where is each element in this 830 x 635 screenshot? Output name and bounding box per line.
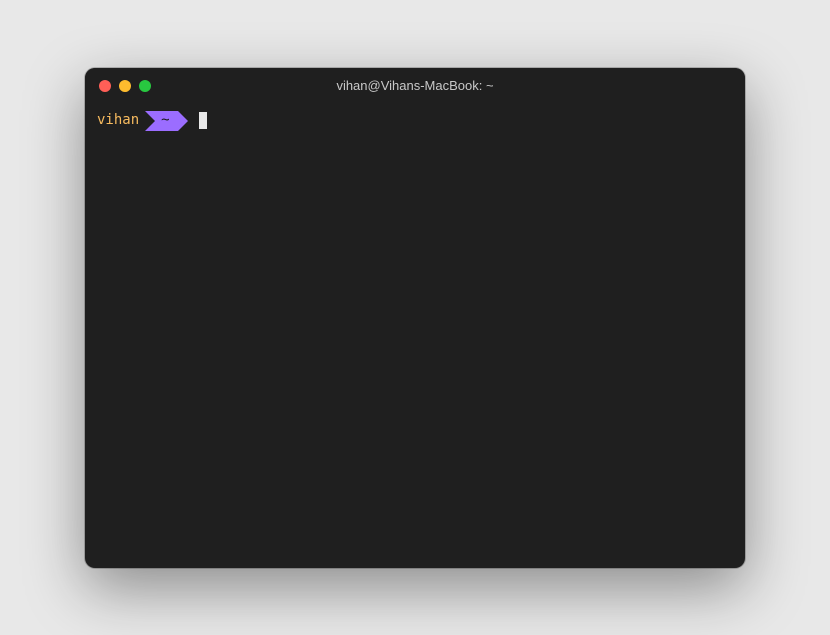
minimize-button[interactable] (119, 80, 131, 92)
close-button[interactable] (99, 80, 111, 92)
cursor-icon (199, 112, 207, 129)
terminal-body[interactable]: vihan ~ (85, 104, 745, 568)
prompt-user-segment: vihan (95, 111, 145, 131)
prompt-directory: ~ (161, 109, 169, 131)
traffic-lights (99, 80, 151, 92)
titlebar[interactable]: vihan@Vihans-MacBook: ~ (85, 68, 745, 104)
prompt-user: vihan (97, 109, 139, 131)
terminal-window: vihan@Vihans-MacBook: ~ vihan ~ (85, 68, 745, 568)
prompt-line: vihan ~ (95, 110, 735, 132)
maximize-button[interactable] (139, 80, 151, 92)
window-title: vihan@Vihans-MacBook: ~ (85, 78, 745, 93)
